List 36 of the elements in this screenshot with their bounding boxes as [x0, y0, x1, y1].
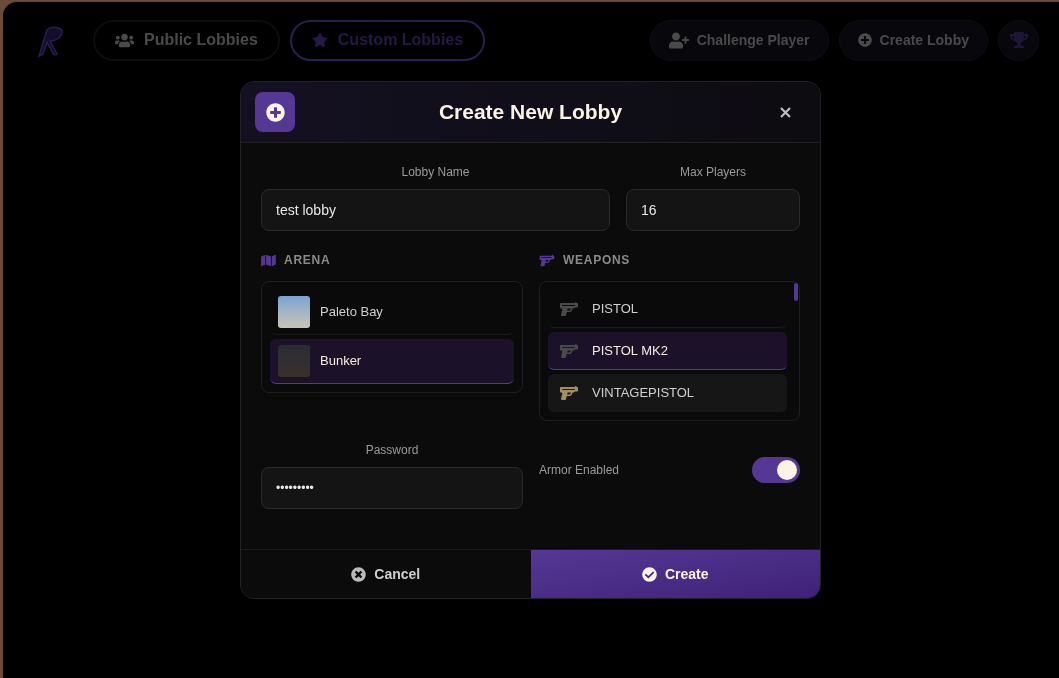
field-label: Password — [365, 442, 419, 459]
armor-toggle[interactable] — [752, 457, 800, 483]
plus-icon — [265, 102, 285, 122]
weapon-name: VINTAGEPISTOL — [592, 383, 695, 402]
armor-label: Armor Enabled — [539, 462, 620, 479]
pistol-icon — [558, 384, 580, 401]
dialog-title: Create New Lobby — [438, 99, 623, 126]
map-icon — [261, 253, 276, 267]
plus-icon — [857, 33, 872, 47]
arena-name: Bunker — [320, 352, 362, 371]
section-heading: ARENA — [284, 252, 331, 269]
pistol-icon — [558, 300, 580, 317]
weapon-name: PISTOL MK2 — [592, 341, 668, 360]
arena-name: Paleto Bay — [320, 303, 383, 322]
create-button[interactable]: Create — [530, 550, 820, 598]
weapon-option[interactable]: VINTAGEPISTOL — [548, 374, 787, 412]
gun-icon — [539, 253, 555, 267]
password-field[interactable]: ••••••••• — [261, 467, 523, 509]
section-heading: WEAPONS — [563, 252, 631, 269]
lobby-name-field[interactable]: test lobby — [261, 189, 610, 231]
weapon-name: PISTOL — [592, 299, 638, 318]
star-icon — [311, 32, 328, 48]
check-icon — [641, 566, 657, 582]
photo-placeholder — [278, 296, 310, 328]
arena-option[interactable]: Bunker — [270, 339, 514, 384]
weapon-option[interactable]: PISTOL MK2 — [548, 332, 787, 370]
photo-placeholder — [278, 345, 310, 377]
field-label: Lobby Name — [401, 164, 470, 181]
close-icon — [779, 106, 791, 118]
add-user-icon — [668, 31, 689, 49]
trophy-icon — [1009, 31, 1028, 49]
field-label: Max Players — [680, 164, 746, 181]
pistol-icon — [558, 342, 580, 359]
scrollbar-thumb[interactable] — [794, 283, 798, 301]
close-icon — [351, 566, 367, 582]
max-players-field[interactable]: 16 — [626, 189, 800, 231]
